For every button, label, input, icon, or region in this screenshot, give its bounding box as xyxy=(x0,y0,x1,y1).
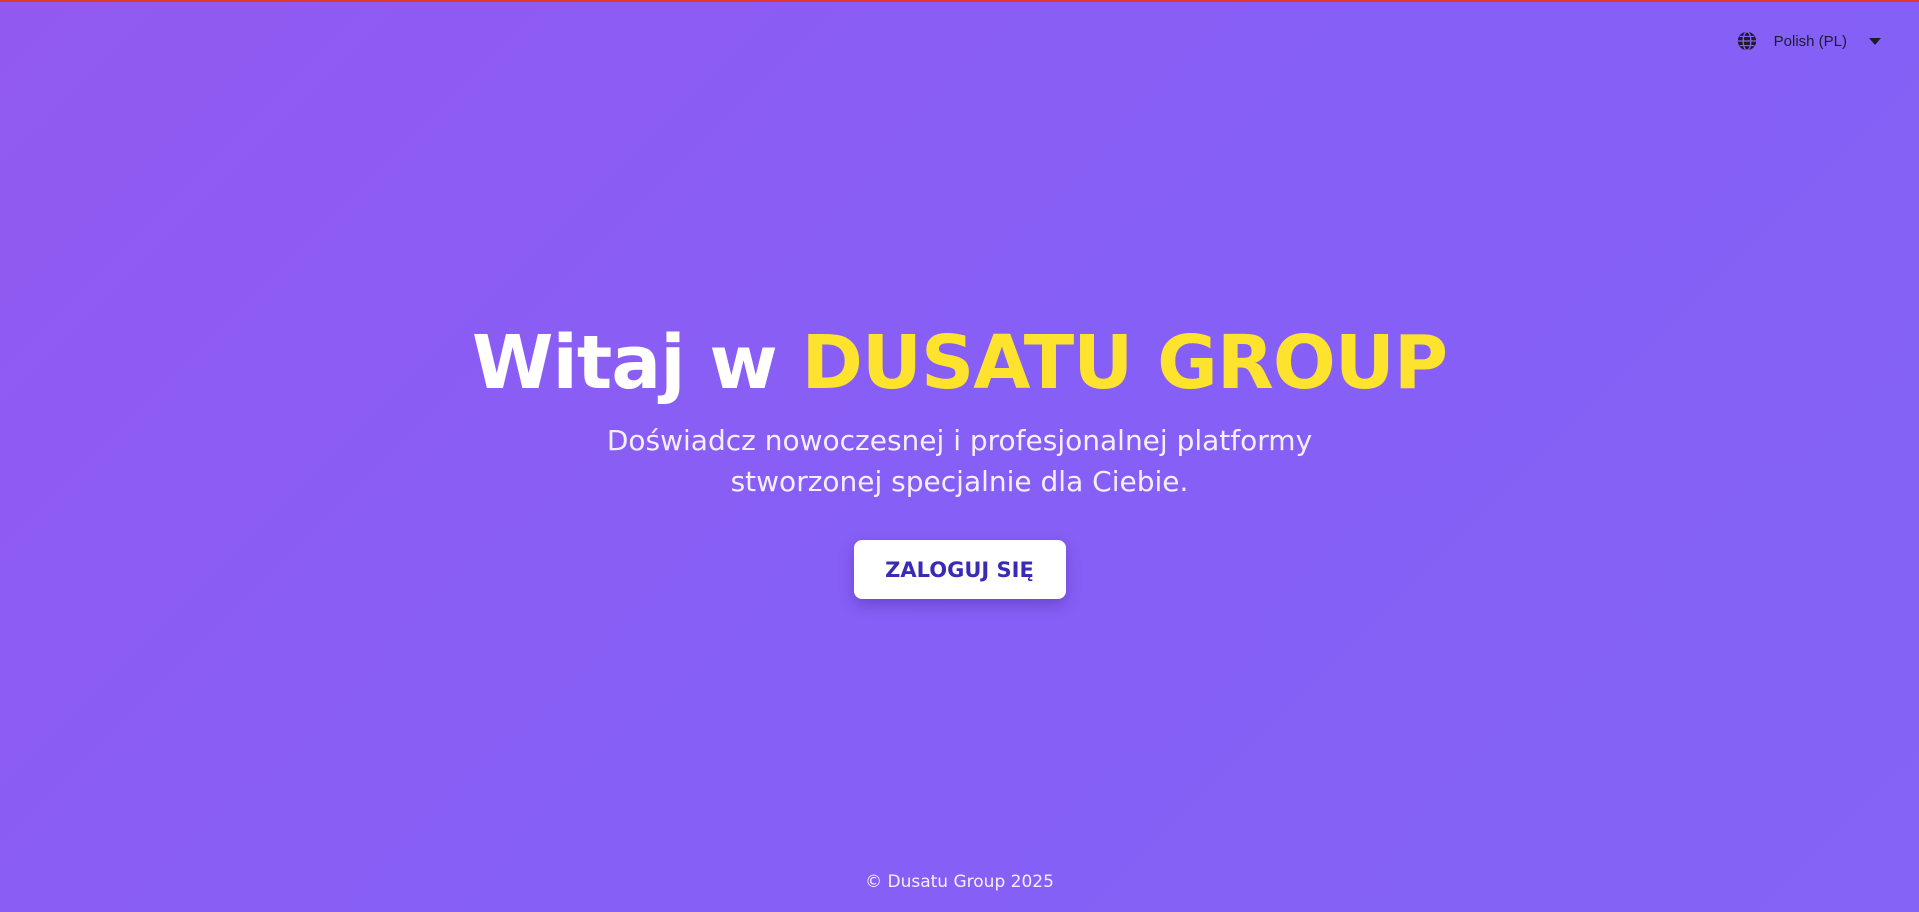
language-label: Polish (PL) xyxy=(1773,32,1847,50)
page-title: Witaj w DUSATU GROUP xyxy=(0,318,1919,408)
top-border-line xyxy=(0,0,1919,2)
globe-icon xyxy=(1736,30,1758,52)
language-selector[interactable]: Polish (PL) xyxy=(1736,30,1881,52)
title-brand: DUSATU GROUP xyxy=(801,320,1448,406)
footer-copyright: © Dusatu Group 2025 xyxy=(865,872,1054,892)
hero-section: Witaj w DUSATU GROUP Doświadcz nowoczesn… xyxy=(0,318,1919,599)
caret-down-icon xyxy=(1869,37,1881,45)
page-subtitle: Doświadcz nowoczesnej i profesjonalnej p… xyxy=(606,424,1313,498)
title-prefix: Witaj w xyxy=(471,320,778,406)
login-button[interactable]: ZALOGUJ SIĘ xyxy=(853,540,1066,599)
